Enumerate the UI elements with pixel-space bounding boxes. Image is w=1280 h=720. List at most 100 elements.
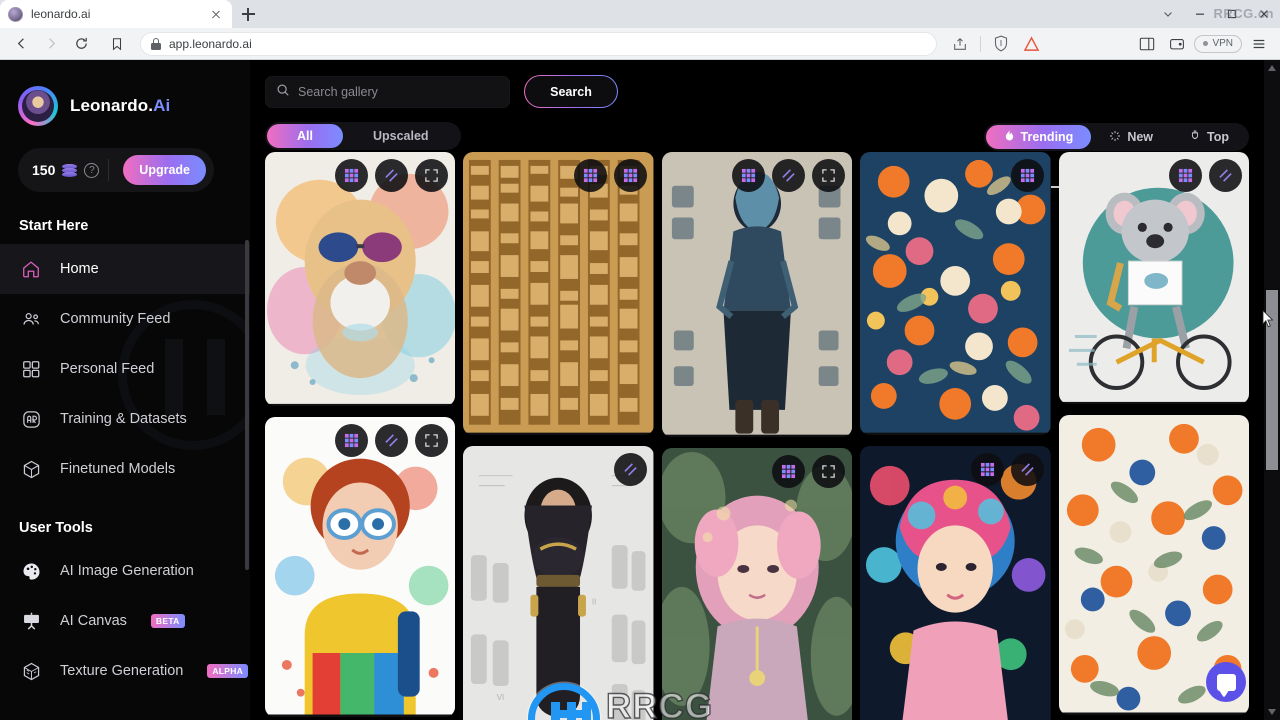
sort-tab-new[interactable]: New <box>1091 125 1171 149</box>
image-variation-icon[interactable] <box>1010 453 1044 486</box>
sidebar-item-finetuned-models[interactable]: Finetuned Models <box>0 444 250 494</box>
card-artwork <box>463 152 654 433</box>
back-arrow-icon[interactable] <box>8 31 34 57</box>
sidebar-item-label: Community Feed <box>60 311 171 327</box>
image-variation-icon[interactable] <box>772 159 806 192</box>
texture-cube-icon <box>19 659 43 683</box>
gallery-card[interactable] <box>1058 152 1250 404</box>
sidebar-item-label: Home <box>60 261 99 277</box>
help-circle-icon[interactable]: ? <box>84 162 100 178</box>
credits-divider <box>108 159 110 181</box>
cube-box-icon <box>19 457 43 481</box>
minimize-icon[interactable] <box>1184 0 1216 28</box>
gallery-card[interactable] <box>265 152 456 406</box>
fullscreen-expand-icon[interactable] <box>812 159 846 192</box>
leonardo-avatar-icon <box>18 86 58 126</box>
sort-tab-label: Trending <box>1020 130 1074 144</box>
brand-name: Leonardo.Ai <box>70 96 170 116</box>
search-button[interactable]: Search <box>524 75 618 108</box>
tab-title: leonardo.ai <box>31 7 91 21</box>
wallet-icon[interactable] <box>1164 31 1190 57</box>
gallery-card[interactable] <box>661 152 853 437</box>
sidebar-item-ai-image-generation[interactable]: AI Image Generation <box>0 546 250 596</box>
remix-image-icon[interactable] <box>1169 159 1203 192</box>
forward-arrow-icon[interactable] <box>38 31 64 57</box>
gallery-card[interactable] <box>661 448 853 720</box>
share-icon[interactable] <box>947 31 973 57</box>
search-field-wrapper[interactable] <box>265 76 510 108</box>
remix-image-icon[interactable] <box>335 159 369 192</box>
badge-beta: BETA <box>150 614 185 628</box>
image-variation-icon[interactable] <box>613 453 647 486</box>
close-icon[interactable] <box>208 6 224 22</box>
remix-image-icon[interactable] <box>772 455 806 488</box>
leo-ai-icon[interactable] <box>1018 31 1044 57</box>
sidebar-panel-icon[interactable] <box>1134 31 1160 57</box>
sidebar-item-texture-generation[interactable]: Texture Generation ALPHA <box>0 646 250 696</box>
filter-tab-all[interactable]: All <box>267 124 343 148</box>
upgrade-button[interactable]: Upgrade <box>123 155 206 185</box>
image-variation-icon[interactable] <box>375 424 409 457</box>
window-close-icon[interactable] <box>1248 0 1280 28</box>
card-action-group <box>772 455 846 488</box>
intercom-chat-button[interactable] <box>1206 662 1246 702</box>
reload-icon[interactable] <box>68 31 94 57</box>
sort-tab-trending[interactable]: Trending <box>985 125 1092 149</box>
page-scrollbar[interactable] <box>1264 60 1280 720</box>
sidebar-item-label: Personal Feed <box>60 361 155 377</box>
gallery-card[interactable]: II VI <box>463 446 654 720</box>
image-variation-icon[interactable] <box>613 159 647 192</box>
hamburger-menu-icon[interactable] <box>1246 31 1272 57</box>
gallery-column: II VI <box>463 152 654 720</box>
fullscreen-expand-icon[interactable] <box>415 159 449 192</box>
remix-image-icon[interactable] <box>573 159 607 192</box>
brand-name-suffix: Ai <box>153 96 171 115</box>
fullscreen-expand-icon[interactable] <box>812 455 846 488</box>
chat-bubble-icon <box>1216 673 1236 691</box>
remix-image-icon[interactable] <box>1010 159 1044 192</box>
gallery-card[interactable] <box>860 152 1051 435</box>
sidebar-item-ai-canvas[interactable]: AI Canvas BETA <box>0 596 250 646</box>
gallery-card[interactable] <box>463 152 654 435</box>
card-action-group <box>970 453 1044 486</box>
trophy-icon <box>1189 129 1201 145</box>
remix-image-icon[interactable] <box>970 453 1004 486</box>
new-tab-button[interactable] <box>234 0 262 28</box>
bookmark-icon[interactable] <box>104 31 130 57</box>
scroll-down-arrow-icon[interactable] <box>1264 704 1280 720</box>
image-variation-icon[interactable] <box>375 159 409 192</box>
sparkle-icon <box>1109 130 1121 145</box>
card-artwork <box>860 446 1051 720</box>
search-input[interactable] <box>298 85 499 99</box>
brand-logo-row[interactable]: Leonardo.Ai <box>0 60 250 126</box>
sidebar-item-personal-feed[interactable]: Personal Feed <box>0 344 250 394</box>
sidebar-item-home[interactable]: Home <box>0 244 250 294</box>
brave-shield-icon[interactable] <box>988 31 1014 57</box>
gallery-sort-tabs: Trending New Top <box>983 123 1249 151</box>
browser-window: leonardo.ai app.leonardo.ai VPN Leonardo… <box>0 0 1280 720</box>
card-action-group <box>573 159 647 192</box>
gallery-filter-tabs: All Upscaled <box>265 122 461 150</box>
sidebar-item-community-feed[interactable]: Community Feed <box>0 294 250 344</box>
image-variation-icon[interactable] <box>1209 159 1243 192</box>
remix-image-icon[interactable] <box>732 159 766 192</box>
tab-strip: leonardo.ai <box>0 0 1280 28</box>
sidebar-item-training-datasets[interactable]: Training & Datasets <box>0 394 250 444</box>
chevron-down-icon[interactable] <box>1152 0 1184 28</box>
gallery-card[interactable] <box>265 417 456 717</box>
sort-tab-top[interactable]: Top <box>1171 125 1247 149</box>
remix-image-icon[interactable] <box>335 424 369 457</box>
fullscreen-expand-icon[interactable] <box>415 424 449 457</box>
vpn-label: VPN <box>1212 38 1233 49</box>
browser-tab[interactable]: leonardo.ai <box>0 0 232 28</box>
badge-alpha: ALPHA <box>207 664 249 678</box>
easel-icon <box>19 609 43 633</box>
scroll-up-arrow-icon[interactable] <box>1264 60 1280 76</box>
filter-tab-upscaled[interactable]: Upscaled <box>343 124 459 148</box>
address-bar[interactable]: app.leonardo.ai <box>140 31 938 56</box>
gallery-card[interactable] <box>860 446 1051 720</box>
sidebar-scrollbar-thumb[interactable] <box>245 240 249 570</box>
maximize-icon[interactable] <box>1216 0 1248 28</box>
page-scrollbar-thumb[interactable] <box>1266 290 1278 470</box>
vpn-button[interactable]: VPN <box>1194 34 1242 53</box>
